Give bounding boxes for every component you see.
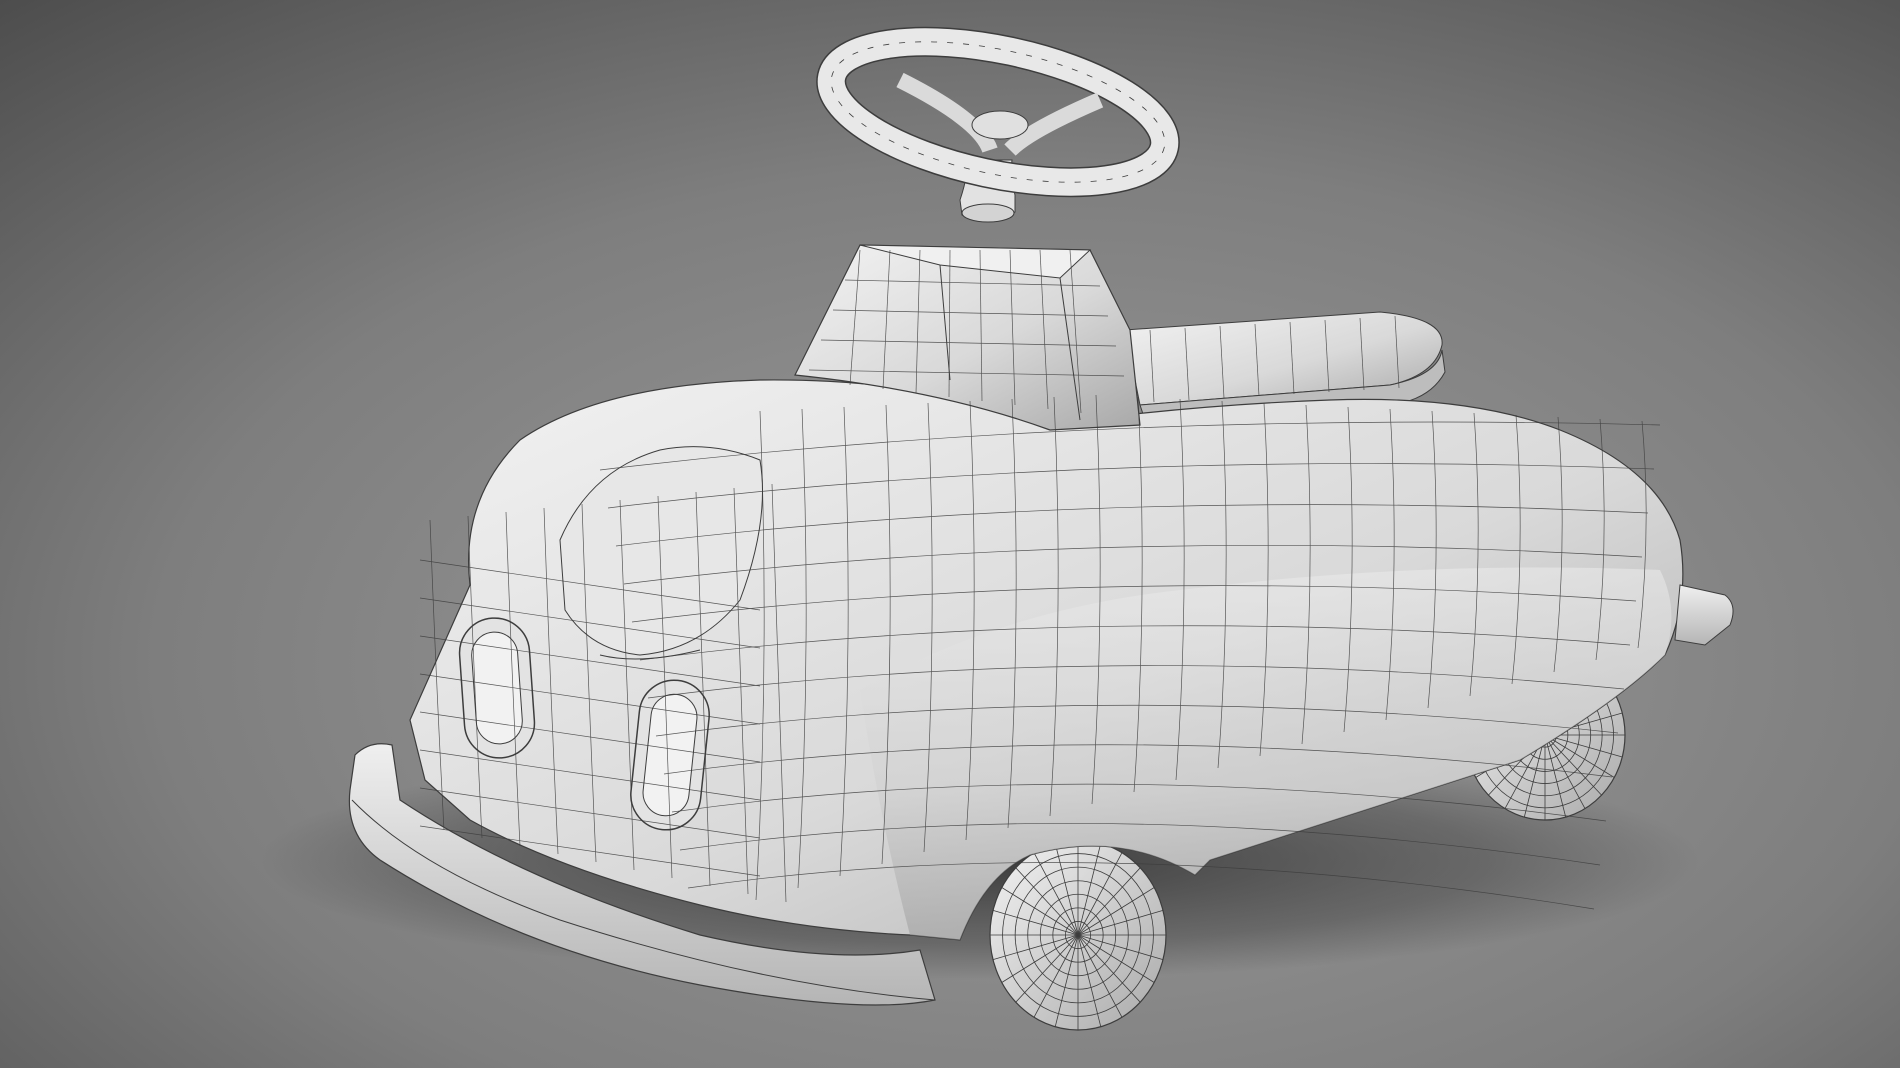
left-headlight <box>458 617 536 759</box>
front-wheel <box>989 839 1167 1031</box>
car-render-svg <box>0 0 1900 1068</box>
render-viewport <box>0 0 1900 1068</box>
